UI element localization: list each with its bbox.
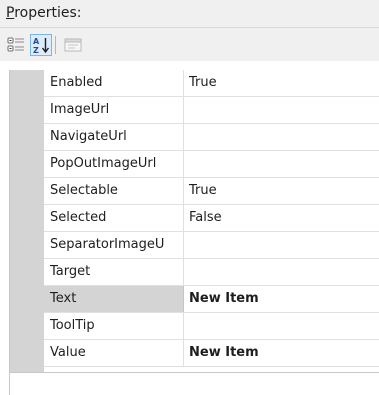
property-name: Selectable — [44, 178, 184, 204]
property-value[interactable]: New Item — [184, 340, 379, 366]
property-pages-icon — [64, 38, 82, 52]
property-grid-gutter — [10, 70, 44, 372]
categorized-button[interactable] — [5, 34, 27, 56]
property-row-imageurl[interactable]: ImageUrl — [44, 97, 379, 124]
property-value[interactable]: True — [184, 70, 379, 96]
property-name: NavigateUrl — [44, 124, 184, 150]
sort-az-letter-z: Z — [33, 46, 39, 55]
property-row-separatorimageurl[interactable]: SeparatorImageU — [44, 232, 379, 259]
property-row-selected[interactable]: Selected False — [44, 205, 379, 232]
description-pane-edge — [9, 373, 10, 395]
property-value[interactable] — [184, 232, 379, 258]
property-value[interactable]: New Item — [184, 286, 379, 312]
property-row-navigateurl[interactable]: NavigateUrl — [44, 124, 379, 151]
property-name: Enabled — [44, 70, 184, 96]
property-value[interactable] — [184, 313, 379, 339]
properties-title-rest: roperties: — [14, 5, 82, 21]
property-name: ToolTip — [44, 313, 184, 339]
property-name: PopOutImageUrl — [44, 151, 184, 177]
property-name: SeparatorImageU — [44, 232, 184, 258]
sort-az-icon: A Z — [33, 37, 50, 55]
description-pane — [0, 373, 379, 395]
property-row-value[interactable]: Value New Item — [44, 340, 379, 367]
categorized-icon — [7, 37, 24, 52]
property-row-tooltip[interactable]: ToolTip — [44, 313, 379, 340]
property-value[interactable]: True — [184, 178, 379, 204]
property-grid: Enabled True ImageUrl NavigateUrl PopOut… — [9, 70, 379, 373]
alphabetical-button[interactable]: A Z — [30, 34, 52, 56]
property-row-popoutimageurl[interactable]: PopOutImageUrl — [44, 151, 379, 178]
property-value[interactable] — [184, 124, 379, 150]
property-name: Text — [44, 286, 184, 312]
property-value[interactable] — [184, 151, 379, 177]
property-name: Target — [44, 259, 184, 285]
property-value[interactable]: False — [184, 205, 379, 231]
properties-header: Properties: — [0, 0, 379, 28]
toolbar-separator — [55, 36, 56, 54]
property-row-target[interactable]: Target — [44, 259, 379, 286]
sort-az-letter-a: A — [33, 37, 40, 46]
property-row-selectable[interactable]: Selectable True — [44, 178, 379, 205]
properties-title: Properties: — [6, 5, 81, 21]
properties-title-mnemonic: P — [6, 5, 15, 21]
property-row-text[interactable]: Text New Item — [44, 286, 379, 313]
properties-toolbar: A Z — [0, 28, 379, 61]
property-value[interactable] — [184, 97, 379, 123]
property-value[interactable] — [184, 259, 379, 285]
property-name: ImageUrl — [44, 97, 184, 123]
property-name: Value — [44, 340, 184, 366]
property-pages-button[interactable] — [62, 34, 84, 56]
property-name: Selected — [44, 205, 184, 231]
property-row-enabled[interactable]: Enabled True — [44, 70, 379, 97]
